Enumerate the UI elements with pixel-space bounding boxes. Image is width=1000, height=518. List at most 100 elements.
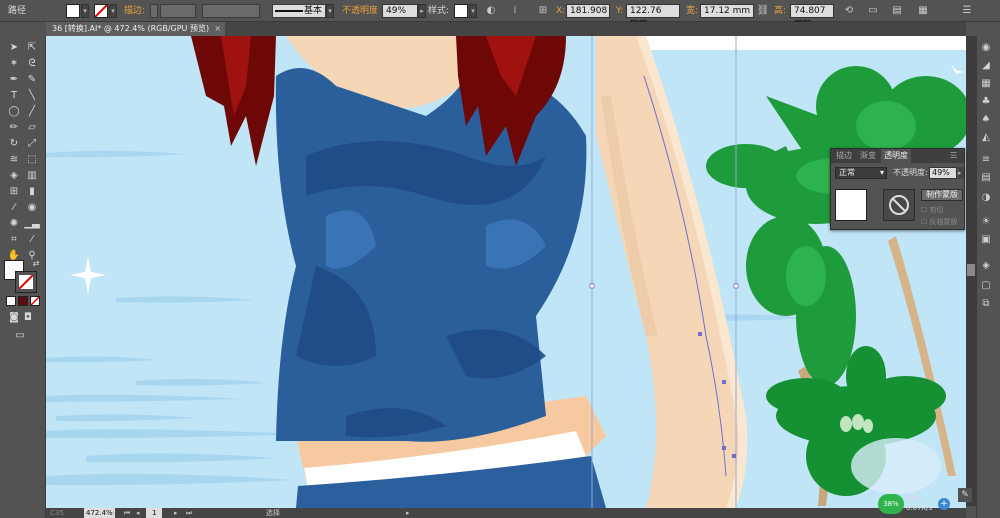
eraser-tool-icon[interactable]: ▱ xyxy=(24,120,40,136)
isolate-icon[interactable]: ▭ xyxy=(866,4,880,18)
reference-point-icon[interactable]: ⊞ xyxy=(536,4,550,18)
link-icon[interactable] xyxy=(869,201,881,209)
opacity-dropdown[interactable]: ▸ xyxy=(418,4,426,18)
tab-gradient[interactable]: 渐变 xyxy=(857,149,879,163)
tab-stroke[interactable]: 描边 xyxy=(833,149,855,163)
stroke-color-box[interactable] xyxy=(15,271,37,293)
selection-tool-icon[interactable]: ➤ xyxy=(6,40,22,56)
edit-icon[interactable]: ▤ xyxy=(890,4,904,18)
draw-behind-icon[interactable]: ◘ xyxy=(20,310,36,326)
color-guide-icon[interactable]: ◢ xyxy=(978,58,994,74)
blend-mode-select[interactable]: 正常 ▾ xyxy=(835,167,887,179)
graph-tool-icon[interactable]: ▁▃ xyxy=(24,216,40,232)
artboard-tool-icon[interactable]: ⌗ xyxy=(6,232,22,248)
opacity-arrow-icon[interactable]: ▸ xyxy=(958,167,964,179)
screen-mode-icon[interactable]: ▭ xyxy=(12,328,28,344)
vertical-scrollbar[interactable] xyxy=(966,36,976,506)
stroke-swatch[interactable] xyxy=(94,4,108,18)
variable-width-profile[interactable] xyxy=(202,4,260,18)
direct-selection-tool-icon[interactable]: ⇱ xyxy=(24,40,40,56)
transparency-panel-icon[interactable]: ◑ xyxy=(978,190,994,206)
perspective-grid-tool-icon[interactable]: ▥ xyxy=(24,168,40,184)
wrench-icon[interactable]: ✎ xyxy=(958,488,972,502)
stroke-panel-icon[interactable]: ≡ xyxy=(978,152,994,168)
ellipse-tool-icon[interactable]: ◯ xyxy=(6,104,22,120)
opacity-label[interactable]: 不透明度 xyxy=(342,4,378,18)
warp-tool-icon[interactable]: ≋ xyxy=(6,152,22,168)
y-field[interactable]: 122.76 mm xyxy=(626,4,680,28)
color-panel-icon[interactable]: ◉ xyxy=(978,40,994,56)
x-field[interactable]: 181.908 xyxy=(566,4,610,18)
fill-dropdown[interactable]: ▾ xyxy=(81,4,89,18)
tab-transparency[interactable]: 透明度 xyxy=(881,149,911,163)
artboard-number[interactable]: 1 xyxy=(146,508,163,518)
artboard-canvas[interactable] xyxy=(46,36,966,508)
swatches-icon[interactable]: ▦ xyxy=(978,76,994,92)
style-swatch[interactable] xyxy=(454,4,468,18)
object-thumbnail[interactable] xyxy=(835,189,867,221)
close-tab-icon[interactable]: × xyxy=(214,22,221,36)
panel-opacity-field[interactable]: 49% xyxy=(929,167,957,179)
brush-definition-field[interactable]: 基本 xyxy=(272,4,326,18)
last-artboard-icon[interactable]: ⏭ xyxy=(186,508,192,518)
scrollbar-thumb[interactable] xyxy=(967,264,975,276)
appearance-icon[interactable]: ☀ xyxy=(978,214,994,230)
magic-wand-icon[interactable]: ✶ xyxy=(6,56,22,72)
color-mode-icon[interactable] xyxy=(6,296,16,306)
paintbrush-tool-icon[interactable]: ╱ xyxy=(24,104,40,120)
symbol-sprayer-tool-icon[interactable]: ✺ xyxy=(6,216,22,232)
width-field[interactable]: 17.12 mm xyxy=(700,4,754,18)
gradient-mode-icon[interactable] xyxy=(18,296,28,306)
stroke-dropdown[interactable]: ▾ xyxy=(109,4,117,18)
type-tool-icon[interactable]: T xyxy=(6,88,22,104)
artboards-icon[interactable]: ▢ xyxy=(978,278,994,294)
arrange-icon[interactable]: ▦ xyxy=(916,4,930,18)
link-proportions-icon[interactable]: ⛓ xyxy=(756,4,770,18)
scale-tool-icon[interactable]: ⤢ xyxy=(24,136,40,152)
transform-icon[interactable]: ⟲ xyxy=(842,4,856,18)
rotate-tool-icon[interactable]: ↻ xyxy=(6,136,22,152)
stroke-weight-field[interactable] xyxy=(160,4,196,18)
curvature-tool-icon[interactable]: ✎ xyxy=(24,72,40,88)
opacity-field[interactable]: 49% xyxy=(382,4,418,18)
brush-dropdown[interactable]: ▾ xyxy=(326,4,334,18)
recolor-icon[interactable]: ◐ xyxy=(484,4,498,18)
style-dropdown[interactable]: ▾ xyxy=(469,4,477,18)
eyedropper-tool-icon[interactable]: ⁄ xyxy=(6,200,22,216)
mesh-tool-icon[interactable]: ⊞ xyxy=(6,184,22,200)
slice-tool-icon[interactable]: ⁄ xyxy=(24,232,40,248)
links-icon[interactable]: ⧉ xyxy=(978,296,994,312)
invert-mask-checkbox[interactable]: ☐ 反相蒙版 xyxy=(921,217,965,227)
pen-tool-icon[interactable]: ✒ xyxy=(6,72,22,88)
gradient-panel-icon[interactable]: ▤ xyxy=(978,170,994,186)
align-icon[interactable]: ▣ xyxy=(978,232,994,248)
shape-builder-tool-icon[interactable]: ◈ xyxy=(6,168,22,184)
swap-colors-icon[interactable]: ⇄ xyxy=(28,256,44,272)
add-icon[interactable]: + xyxy=(938,498,950,510)
gradient-tool-icon[interactable]: ▮ xyxy=(24,184,40,200)
first-artboard-icon[interactable]: ⏮ xyxy=(124,508,130,518)
mask-thumbnail[interactable] xyxy=(883,189,915,221)
prev-artboard-icon[interactable]: ◂ xyxy=(136,508,140,518)
symbols-icon[interactable]: ♠ xyxy=(978,112,994,128)
make-mask-button[interactable]: 制作蒙版 xyxy=(921,189,963,201)
stroke-label[interactable]: 描边: xyxy=(124,4,145,18)
next-artboard-icon[interactable]: ▸ xyxy=(174,508,178,518)
height-field[interactable]: 74.807 mm xyxy=(790,4,834,28)
zoom-field[interactable]: 472.4% xyxy=(84,508,115,518)
brushes-icon[interactable]: ♣ xyxy=(978,94,994,110)
none-mode-icon[interactable] xyxy=(30,296,40,306)
zoom-dropdown[interactable]: ▾ xyxy=(112,508,116,518)
blend-tool-icon[interactable]: ◉ xyxy=(24,200,40,216)
document-tab[interactable]: 36 [转换].AI* @ 472.4% (RGB/GPU 预览) × xyxy=(46,22,226,36)
layers-icon[interactable]: ◈ xyxy=(978,258,994,274)
panel-menu-icon[interactable]: ☰ xyxy=(947,149,960,163)
line-tool-icon[interactable]: ╲ xyxy=(24,88,40,104)
lasso-tool-icon[interactable]: ᘓ xyxy=(24,56,40,72)
align-grid-icon[interactable]: ⁞ xyxy=(508,4,522,18)
panel-menu-icon[interactable]: ☰ xyxy=(960,4,974,18)
pencil-tool-icon[interactable]: ✏ xyxy=(6,120,22,136)
status-menu-arrow[interactable]: ▸ xyxy=(406,508,410,518)
clip-checkbox[interactable]: ☐ 剪切 xyxy=(921,205,965,215)
graphic-styles-icon[interactable]: ◭ xyxy=(978,130,994,146)
